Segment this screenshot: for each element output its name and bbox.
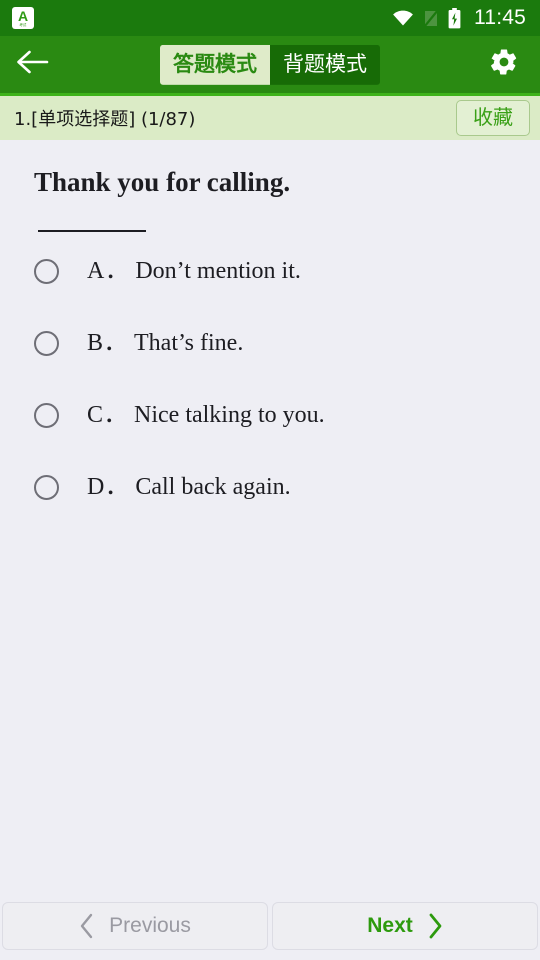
back-button[interactable] xyxy=(16,43,60,87)
toolbar: 答题模式 背题模式 xyxy=(0,36,540,93)
option-row-c[interactable]: C． Nice talking to you. xyxy=(34,399,520,447)
radio-icon[interactable] xyxy=(34,259,59,285)
status-bar-notifications: A 考试 xyxy=(12,7,34,29)
next-question-button[interactable]: Next xyxy=(272,902,538,950)
previous-question-label: Previous xyxy=(109,914,191,937)
status-bar-clock: 11:45 xyxy=(474,6,526,29)
option-text: Don’t mention it. xyxy=(135,258,301,285)
status-bar-system-icons: 11:45 xyxy=(392,6,526,30)
mode-tab-answer[interactable]: 答题模式 xyxy=(160,44,270,85)
question-stem: Thank you for calling. xyxy=(34,167,291,197)
radio-icon[interactable] xyxy=(34,403,59,429)
question-info-bar: 1.[单项选择题] (1/87) 收藏 xyxy=(0,96,540,140)
chevron-right-icon xyxy=(427,913,443,939)
option-row-a[interactable]: A． Don’t mention it. xyxy=(34,255,520,303)
favorite-button[interactable]: 收藏 xyxy=(456,100,530,136)
option-text: Nice talking to you. xyxy=(134,402,325,429)
option-letter: B． xyxy=(87,330,129,357)
option-letter: C． xyxy=(87,402,129,429)
battery-charging-icon xyxy=(448,7,461,29)
question-blank-line xyxy=(38,230,146,233)
question-content: Thank you for calling. A． Don’t mention … xyxy=(0,140,540,894)
notification-app-icon-subtext: 考试 xyxy=(19,21,27,27)
option-letter: D． xyxy=(87,474,130,501)
previous-question-button[interactable]: Previous xyxy=(2,902,268,950)
option-text: That’s fine. xyxy=(134,330,244,357)
option-row-b[interactable]: B． That’s fine. xyxy=(34,327,520,375)
question-meta-label: 1.[单项选择题] (1/87) xyxy=(14,109,196,130)
mode-segmented-control[interactable]: 答题模式 背题模式 xyxy=(160,44,380,85)
settings-button[interactable] xyxy=(484,45,524,85)
chevron-left-icon xyxy=(79,913,95,939)
radio-icon[interactable] xyxy=(34,331,59,357)
mode-tab-memorize[interactable]: 背题模式 xyxy=(270,44,380,85)
status-bar: A 考试 11:45 xyxy=(0,0,540,36)
option-text: Call back again. xyxy=(135,474,291,501)
wifi-icon xyxy=(392,9,414,27)
gear-icon xyxy=(489,47,519,82)
signal-off-icon xyxy=(423,8,439,28)
bottom-navigation: Previous Next xyxy=(0,894,540,960)
option-row-d[interactable]: D． Call back again. xyxy=(34,471,520,519)
notification-app-icon: A 考试 xyxy=(12,7,34,29)
option-letter: A． xyxy=(87,258,130,285)
notification-app-icon-letter: A xyxy=(17,7,29,24)
app-root: A 考试 11:45 答题模式 背题模式 1.[单项选择题] (1/87) 收藏… xyxy=(0,0,540,960)
arrow-left-icon xyxy=(16,49,50,80)
radio-icon[interactable] xyxy=(34,475,59,501)
option-list: A． Don’t mention it. B． That’s fine. C． … xyxy=(34,255,520,519)
next-question-label: Next xyxy=(367,914,413,937)
